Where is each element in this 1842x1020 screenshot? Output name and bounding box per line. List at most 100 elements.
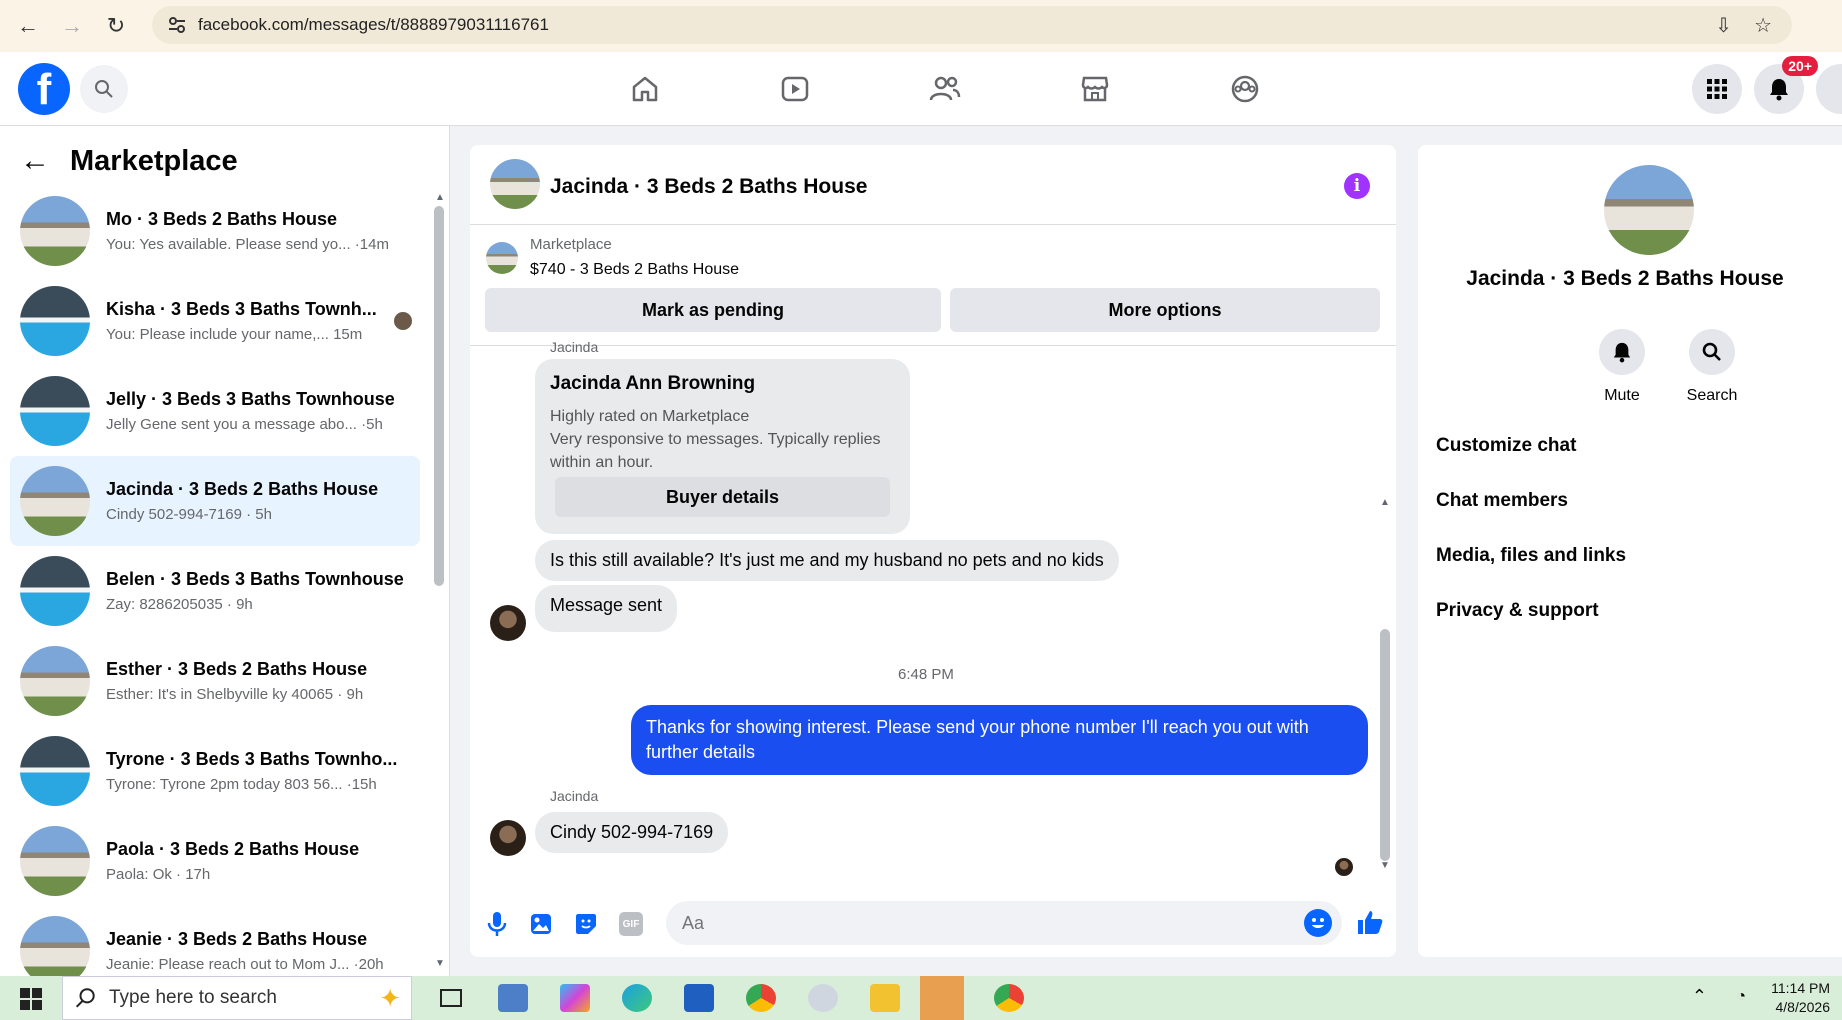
site-settings-icon[interactable] bbox=[168, 16, 186, 34]
more-options-button[interactable]: More options bbox=[950, 288, 1380, 332]
conversation-item[interactable]: Jeanie · 3 Beds 2 Baths House Jeanie: Ple… bbox=[10, 906, 420, 976]
conversation-sidebar: ← Marketplace Mo · 3 Beds 2 Baths House Y… bbox=[0, 126, 450, 976]
conversation-preview: Zay: 8286205035 · 9h bbox=[106, 596, 253, 613]
bookmark-star-icon[interactable]: ☆ bbox=[1754, 13, 1772, 38]
conversation-thumbnail bbox=[20, 376, 90, 446]
chat-info-avatar[interactable] bbox=[1604, 165, 1694, 255]
like-thumb-icon[interactable] bbox=[1355, 907, 1385, 937]
outgoing-message-bubble[interactable]: Thanks for showing interest. Please send… bbox=[631, 705, 1368, 775]
gif-icon[interactable]: GIF bbox=[618, 911, 644, 937]
buyer-responsiveness: Very responsive to messages. Typically r… bbox=[550, 431, 881, 471]
chat-members-item[interactable]: Chat members bbox=[1436, 490, 1568, 512]
chat-scrollbar[interactable] bbox=[1380, 629, 1390, 861]
back-icon[interactable]: ← bbox=[6, 4, 50, 48]
outlook-app-icon[interactable] bbox=[684, 984, 714, 1012]
media-files-links-item[interactable]: Media, files and links bbox=[1436, 545, 1626, 567]
search-label: Search bbox=[1686, 387, 1738, 404]
tray-chevron-icon[interactable]: ⌃ bbox=[1692, 986, 1707, 1007]
sender-avatar[interactable] bbox=[490, 820, 526, 856]
message-text-field[interactable] bbox=[682, 912, 1282, 934]
conversation-item[interactable]: Jelly · 3 Beds 3 Baths Townhouse Jelly Ge… bbox=[10, 366, 420, 456]
account-icon[interactable] bbox=[1816, 64, 1842, 114]
message-composer: GIF bbox=[470, 893, 1396, 957]
conversation-item[interactable]: Esther · 3 Beds 2 Baths House Esther: It'… bbox=[10, 636, 420, 726]
microphone-icon[interactable] bbox=[484, 911, 510, 937]
message-bubble[interactable]: Message sent bbox=[535, 585, 678, 632]
sender-avatar[interactable] bbox=[490, 605, 526, 641]
conversation-title: Jeanie · 3 Beds 2 Baths House bbox=[106, 929, 368, 949]
info-icon[interactable]: i bbox=[1344, 173, 1370, 199]
notepad-app-icon[interactable] bbox=[498, 984, 528, 1012]
back-arrow-icon[interactable]: ← bbox=[20, 144, 50, 178]
conversation-item[interactable]: Tyrone · 3 Beds 3 Baths Townho... Tyrone:… bbox=[10, 726, 420, 816]
sidebar-scrollbar[interactable] bbox=[434, 206, 444, 586]
reload-icon[interactable]: ↻ bbox=[94, 4, 138, 48]
mute-label: Mute bbox=[1604, 387, 1640, 404]
scroll-down-icon[interactable]: ▼ bbox=[435, 958, 445, 969]
mark-as-pending-button[interactable]: Mark as pending bbox=[485, 288, 941, 332]
chrome-profile-app-icon[interactable] bbox=[994, 984, 1024, 1012]
copilot-app-icon[interactable] bbox=[560, 984, 590, 1012]
conversation-title: Belen · 3 Beds 3 Baths Townhouse bbox=[106, 569, 404, 589]
install-app-icon[interactable]: ⇩ bbox=[1715, 13, 1732, 38]
buyer-details-button[interactable]: Buyer details bbox=[555, 477, 890, 517]
address-bar[interactable]: facebook.com/messages/t/8888979031116761… bbox=[152, 6, 1792, 44]
chat-info-title: Jacinda · 3 Beds 2 Baths House bbox=[1466, 267, 1784, 290]
sticker-icon[interactable] bbox=[573, 911, 599, 937]
windows-start-icon[interactable] bbox=[20, 988, 42, 1015]
friends-icon[interactable] bbox=[920, 64, 970, 114]
listing-thumbnail[interactable] bbox=[486, 242, 518, 274]
privacy-support-item[interactable]: Privacy & support bbox=[1436, 600, 1599, 622]
listing-title[interactable]: $740 - 3 Beds 2 Baths House bbox=[530, 261, 739, 279]
app-icon[interactable] bbox=[808, 984, 838, 1012]
chat-scroll-up-icon[interactable]: ▲ bbox=[1380, 497, 1390, 508]
sticky-notes-icon[interactable] bbox=[920, 976, 964, 1020]
scroll-up-icon[interactable]: ▲ bbox=[435, 192, 445, 203]
taskbar-clock[interactable]: 11:14 PM 4/8/2026 bbox=[1771, 979, 1830, 1017]
home-icon[interactable] bbox=[620, 64, 670, 114]
message-bubble[interactable]: Cindy 502-994-7169 bbox=[535, 812, 729, 853]
wifi-icon[interactable]: ◔ bbox=[1736, 988, 1746, 1006]
conversation-item[interactable]: Kisha · 3 Beds 3 Baths Townh... You: Plea… bbox=[10, 276, 420, 366]
file-explorer-icon[interactable] bbox=[870, 984, 900, 1012]
url-text[interactable]: facebook.com/messages/t/8888979031116761 bbox=[198, 15, 549, 35]
facebook-logo-icon[interactable]: f bbox=[18, 63, 70, 115]
forward-icon[interactable]: → bbox=[50, 4, 94, 48]
menu-grid-icon[interactable] bbox=[1692, 64, 1742, 114]
message-input[interactable] bbox=[666, 901, 1342, 945]
photo-icon[interactable] bbox=[528, 911, 554, 937]
conversation-thumbnail bbox=[20, 916, 90, 976]
search-icon bbox=[1689, 329, 1735, 375]
emoji-icon[interactable] bbox=[1304, 909, 1332, 937]
search-in-chat-button[interactable]: Search bbox=[1672, 329, 1752, 405]
customize-chat-item[interactable]: Customize chat bbox=[1436, 435, 1576, 457]
sidebar-title: Marketplace bbox=[70, 144, 238, 177]
conversation-item[interactable]: Paola · 3 Beds 2 Baths House Paola: Ok · … bbox=[10, 816, 420, 906]
chat-header: Jacinda · 3 Beds 2 Baths House i bbox=[470, 145, 1396, 225]
chrome-app-icon[interactable] bbox=[746, 984, 776, 1012]
chat-panel: Jacinda · 3 Beds 2 Baths House i Marketp… bbox=[470, 145, 1396, 957]
chat-avatar[interactable] bbox=[490, 159, 540, 209]
marketplace-icon[interactable] bbox=[1070, 64, 1120, 114]
task-view-icon[interactable] bbox=[436, 984, 466, 1012]
conversation-item[interactable]: Jacinda · 3 Beds 2 Baths House Cindy 502-… bbox=[10, 456, 420, 546]
message-bubble[interactable]: Is this still available? It's just me an… bbox=[535, 540, 1119, 581]
conversation-preview: Jeanie: Please reach out to Mom J... ·20… bbox=[106, 956, 384, 973]
conversation-item[interactable]: Mo · 3 Beds 2 Baths House You: Yes availa… bbox=[10, 186, 420, 276]
conversation-thumbnail bbox=[20, 466, 90, 536]
notifications-icon[interactable]: 20+ bbox=[1754, 56, 1818, 114]
conversation-list: Mo · 3 Beds 2 Baths House You: Yes availa… bbox=[10, 186, 420, 976]
taskbar-search[interactable]: Type here to search ✦ bbox=[62, 976, 412, 1020]
mute-button[interactable]: Mute bbox=[1582, 329, 1662, 405]
conversation-item[interactable]: Belen · 3 Beds 3 Baths Townhouse Zay: 828… bbox=[10, 546, 420, 636]
chat-scroll-down-icon[interactable]: ▼ bbox=[1380, 860, 1390, 871]
conversation-title: Mo · 3 Beds 2 Baths House bbox=[106, 209, 338, 229]
video-icon[interactable] bbox=[770, 64, 820, 114]
conversation-thumbnail bbox=[20, 826, 90, 896]
fb-search-icon[interactable] bbox=[80, 65, 128, 113]
groups-icon[interactable] bbox=[1220, 64, 1270, 114]
taskbar-search-icon bbox=[75, 988, 95, 1008]
conversation-preview: Jelly Gene sent you a message abo... ·5h bbox=[106, 416, 383, 433]
chat-title[interactable]: Jacinda · 3 Beds 2 Baths House bbox=[550, 175, 867, 199]
edge-app-icon[interactable] bbox=[622, 984, 652, 1012]
